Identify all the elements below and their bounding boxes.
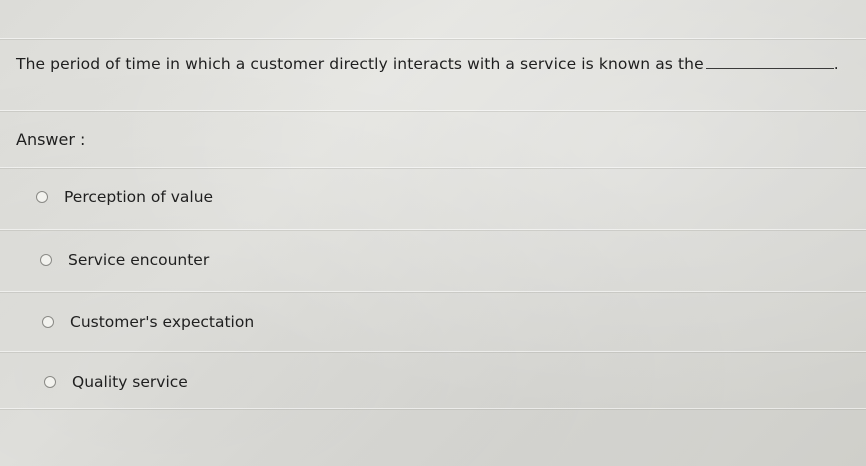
quiz-card: The period of time in which a customer d… <box>0 0 866 466</box>
option-label: Perception of value <box>64 188 214 206</box>
option-perception-of-value[interactable]: Perception of value <box>36 188 213 206</box>
radio-button[interactable] <box>44 376 56 388</box>
radio-button[interactable] <box>36 191 48 203</box>
option-label: Customer's expectation <box>70 313 255 331</box>
option-label: Service encounter <box>68 251 210 269</box>
question-end-punct: . <box>833 55 839 73</box>
radio-button[interactable] <box>40 254 52 266</box>
question-text: The period of time in which a customer d… <box>16 54 839 73</box>
option-label: Quality service <box>72 373 188 391</box>
divider <box>0 167 866 168</box>
question-prompt: The period of time in which a customer d… <box>16 55 704 73</box>
option-customers-expectation[interactable]: Customer's expectation <box>42 313 254 331</box>
divider <box>0 291 866 292</box>
divider <box>0 408 866 409</box>
answer-label: Answer : <box>16 130 86 149</box>
option-service-encounter[interactable]: Service encounter <box>40 251 209 269</box>
divider <box>0 38 866 39</box>
option-quality-service[interactable]: Quality service <box>44 373 188 391</box>
divider <box>0 351 866 352</box>
divider <box>0 110 866 111</box>
answer-blank <box>705 54 834 69</box>
divider <box>0 229 866 230</box>
radio-button[interactable] <box>42 316 54 328</box>
